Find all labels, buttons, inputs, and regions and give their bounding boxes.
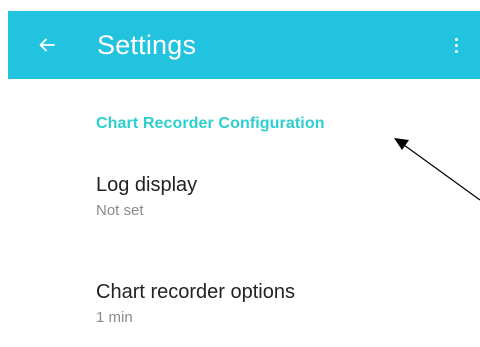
- pref-log-display-title: Log display: [96, 174, 198, 196]
- pref-log-display-summary: Not set: [96, 202, 144, 219]
- more-vertical-icon: [454, 37, 458, 41]
- app-bar: Settings: [8, 11, 480, 79]
- pref-chart-recorder-options-title: Chart recorder options: [96, 281, 295, 303]
- pref-log-display[interactable]: Log display Not set: [96, 172, 197, 219]
- section-header-chart-recorder: Chart Recorder Configuration: [96, 115, 325, 132]
- back-button[interactable]: [32, 11, 62, 79]
- pref-chart-recorder-options-summary: 1 min: [96, 309, 133, 326]
- more-vertical-icon-dot: [454, 43, 458, 47]
- more-options-button[interactable]: [446, 11, 466, 79]
- page-title: Settings: [97, 30, 197, 60]
- pref-chart-recorder-options[interactable]: Chart recorder options 1 min: [96, 279, 295, 326]
- arrow-left-icon: [39, 38, 55, 52]
- more-vertical-icon-dot: [454, 49, 458, 53]
